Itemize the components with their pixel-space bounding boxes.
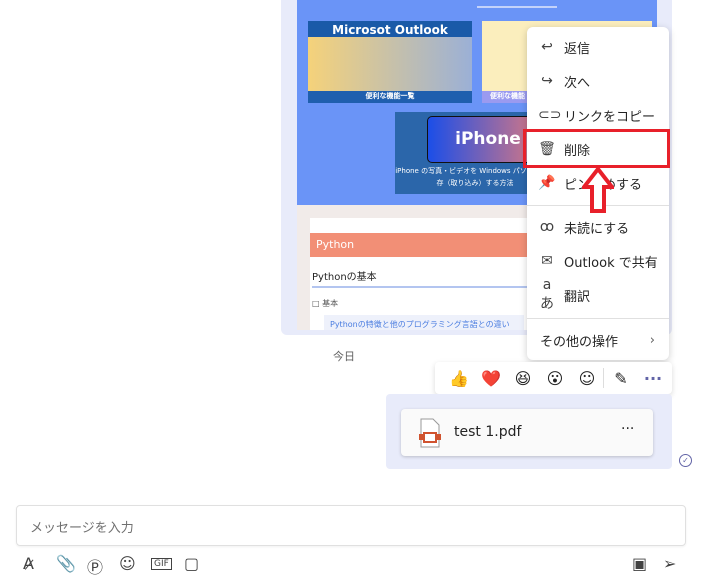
menu-item-mark-unread[interactable]: ꝏ 未読にする bbox=[527, 210, 669, 244]
chevron-right-icon: › bbox=[649, 332, 655, 348]
python-header: Python bbox=[310, 233, 546, 257]
gif-icon[interactable]: GIF bbox=[151, 558, 172, 570]
meet-now-icon[interactable]: ▣ bbox=[632, 554, 647, 573]
menu-label: Outlook で共有 bbox=[564, 255, 658, 271]
laugh-reaction[interactable]: 😆 bbox=[507, 369, 539, 388]
unread-icon: ꝏ bbox=[539, 219, 555, 235]
read-receipt-icon: ✓ bbox=[679, 454, 692, 467]
up-arrow-annotation bbox=[582, 167, 614, 213]
reaction-bar: 👍 ❤️ 😆 😮 ☺ ✎ ··· bbox=[435, 362, 672, 394]
menu-item-translate[interactable]: aあ 翻訳 bbox=[527, 277, 669, 312]
link-icon: ⊂⊃ bbox=[538, 107, 562, 123]
highlight-box bbox=[523, 129, 670, 168]
menu-item-more-actions[interactable]: その他の操作 › bbox=[527, 323, 669, 357]
edit-icon[interactable]: ✎ bbox=[605, 369, 637, 388]
menu-item-forward[interactable]: ↪ 次へ bbox=[527, 64, 669, 98]
menu-label: 次へ bbox=[564, 75, 591, 91]
forward-icon: ↪ bbox=[541, 73, 553, 89]
outlook-thumbnail: Microsot Outlook 便利な機能一覧 bbox=[308, 21, 472, 103]
outlook-image bbox=[308, 37, 472, 91]
message-input[interactable]: メッセージを入力 bbox=[16, 505, 686, 546]
mail-icon: ✉ bbox=[541, 253, 553, 269]
divider bbox=[477, 6, 557, 8]
menu-item-share-outlook[interactable]: ✉ Outlook で共有 bbox=[527, 244, 669, 278]
date-divider: 今日 bbox=[333, 350, 355, 363]
file-name: test 1.pdf bbox=[454, 424, 522, 440]
python-item-label: 基本 bbox=[322, 299, 339, 308]
python-card: Python Pythonの基本 □ 基本 Pythonの特徴と他のプログラミン… bbox=[310, 218, 550, 330]
heart-reaction[interactable]: ❤️ bbox=[475, 369, 507, 388]
pdf-file-icon bbox=[419, 418, 441, 448]
attach-icon[interactable]: 📎 bbox=[56, 554, 76, 573]
file-attachment[interactable]: test 1.pdf ··· bbox=[401, 409, 653, 456]
reply-icon: ↩ bbox=[541, 39, 553, 55]
more-options-icon[interactable]: ··· bbox=[637, 369, 669, 388]
menu-item-reply[interactable]: ↩ 返信 bbox=[527, 30, 669, 64]
sticker-icon[interactable]: ▢ bbox=[184, 554, 199, 573]
divider bbox=[527, 318, 669, 319]
send-icon[interactable]: ➢ bbox=[663, 554, 676, 573]
like-reaction[interactable]: 👍 bbox=[443, 369, 475, 388]
translate-icon: aあ bbox=[540, 277, 554, 312]
add-reaction-icon[interactable]: ☺ bbox=[571, 369, 603, 388]
menu-label: 未読にする bbox=[564, 221, 630, 237]
python-link[interactable]: Pythonの特徴と他のプログラミング言語との違い bbox=[324, 315, 524, 330]
file-more-button[interactable]: ··· bbox=[621, 421, 634, 437]
pin-icon: 📌 bbox=[538, 175, 556, 191]
loop-icon[interactable]: Ⓟ bbox=[87, 554, 103, 578]
outlook-caption: 便利な機能一覧 bbox=[365, 92, 415, 100]
emoji-icon[interactable]: ☺ bbox=[119, 554, 136, 573]
format-icon[interactable]: A̷ bbox=[23, 554, 34, 573]
menu-item-copy-link[interactable]: ⊂⊃ リンクをコピー bbox=[527, 98, 669, 132]
python-subtitle: Pythonの基本 bbox=[312, 268, 532, 288]
menu-label: リンクをコピー bbox=[564, 109, 656, 125]
menu-label: その他の操作 bbox=[540, 334, 619, 350]
message-placeholder: メッセージを入力 bbox=[30, 521, 134, 536]
surprised-reaction[interactable]: 😮 bbox=[539, 369, 571, 388]
python-item: □ 基本 bbox=[312, 299, 339, 308]
menu-label: 翻訳 bbox=[564, 289, 591, 305]
menu-label: 返信 bbox=[564, 41, 591, 57]
